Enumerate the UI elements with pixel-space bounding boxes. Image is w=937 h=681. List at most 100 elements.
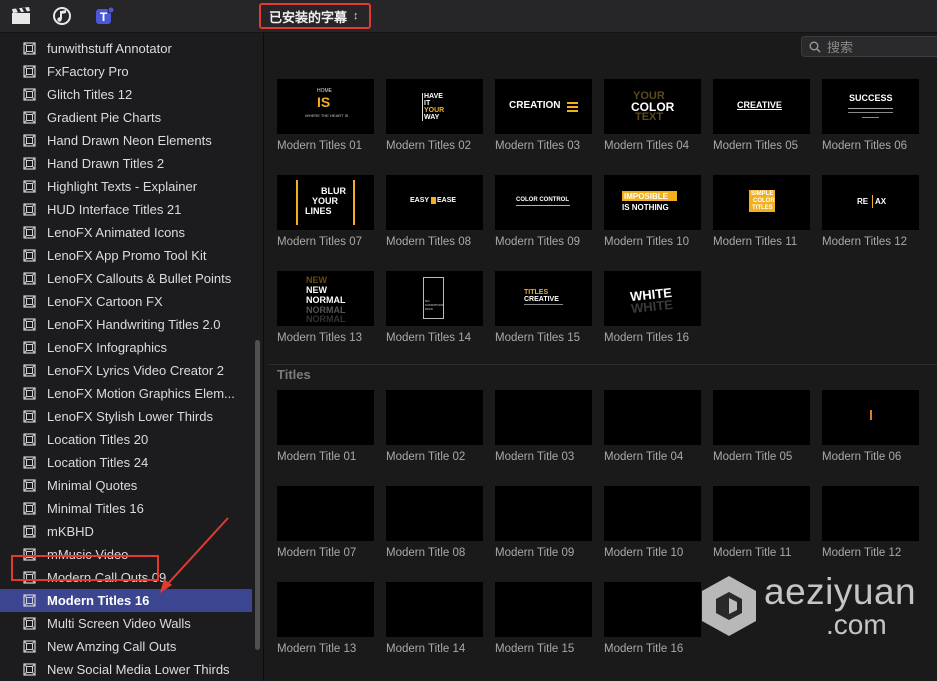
title-thumbnail[interactable]: CREATION xyxy=(495,79,592,134)
title-thumbnail[interactable]: YOUR COLOR TEXT xyxy=(604,79,701,134)
sidebar-item-label: Location Titles 24 xyxy=(47,455,149,470)
thumbnail-label: Modern Title 16 xyxy=(604,643,684,655)
title-thumbnail[interactable] xyxy=(386,390,483,445)
preview-text: NEW xyxy=(306,285,327,295)
sidebar-item-label: New Social Media Lower Thirds xyxy=(47,662,230,677)
preview-text: NEW xyxy=(306,275,327,285)
titles-category-dropdown[interactable]: 已安装的字幕 ↕ xyxy=(259,3,371,29)
sidebar-item[interactable]: Gradient Pie Charts xyxy=(0,106,252,129)
sidebar-item[interactable]: funwithstuff Annotator xyxy=(0,37,252,60)
title-thumbnail[interactable]: NEW NEW NORMAL NORMAL NORMAL xyxy=(277,271,374,326)
sidebar-item[interactable]: HUD Interface Titles 21 xyxy=(0,198,252,221)
title-thumbnail[interactable] xyxy=(713,390,810,445)
title-thumbnail[interactable] xyxy=(386,486,483,541)
title-thumbnail[interactable] xyxy=(495,486,592,541)
title-thumbnail[interactable] xyxy=(604,390,701,445)
title-thumbnail[interactable] xyxy=(277,582,374,637)
sidebar-item[interactable]: Modern Titles 16 xyxy=(0,589,252,612)
sidebar-item[interactable]: Location Titles 20 xyxy=(0,428,252,451)
sidebar-item[interactable]: Minimal Quotes xyxy=(0,474,252,497)
sidebar-item[interactable]: Glitch Titles 12 xyxy=(0,83,252,106)
sidebar-item[interactable]: LenoFX Cartoon FX xyxy=(0,290,252,313)
preview-text: IS NOTHING xyxy=(622,203,669,212)
title-pack-icon xyxy=(23,226,36,239)
sidebar-item-label: HUD Interface Titles 21 xyxy=(47,202,182,217)
title-thumbnail[interactable]: SIMPLE COLOR TITLES xyxy=(713,175,810,230)
thumbnail-label: Modern Titles 07 xyxy=(277,236,363,248)
music-note-icon[interactable] xyxy=(52,6,74,26)
thumbnail-label: Modern Title 04 xyxy=(604,451,684,463)
sidebar-item[interactable]: LenoFX Callouts & Bullet Points xyxy=(0,267,252,290)
title-pack-icon xyxy=(23,203,36,216)
sidebar-item[interactable]: Location Titles 24 xyxy=(0,451,252,474)
sidebar-item[interactable]: mKBHD xyxy=(0,520,252,543)
search-field[interactable]: 搜索 xyxy=(801,36,937,57)
thumbnail-label: Modern Titles 04 xyxy=(604,140,690,152)
title-thumbnail[interactable]: CREATIVE xyxy=(713,79,810,134)
title-thumbnail[interactable] xyxy=(822,390,919,445)
sidebar-scrollbar[interactable] xyxy=(255,340,260,650)
title-thumbnail[interactable]: BLUR YOUR LINES xyxy=(277,175,374,230)
preview-text: RE xyxy=(857,197,869,206)
sidebar-item[interactable]: LenoFX Motion Graphics Elem... xyxy=(0,382,252,405)
sidebar-item[interactable]: LenoFX App Promo Tool Kit xyxy=(0,244,252,267)
preview-text: TEXT xyxy=(635,111,664,123)
sidebar-item[interactable]: LenoFX Handwriting Titles 2.0 xyxy=(0,313,252,336)
clapperboard-icon[interactable] xyxy=(10,6,32,26)
watermark-text: aeziyuan xyxy=(764,571,917,612)
title-thumbnail[interactable]: HOME IS WHERE THE HEART IS xyxy=(277,79,374,134)
title-thumbnail[interactable]: NO CONDITIONS PACK xyxy=(386,271,483,326)
sidebar-item[interactable]: Hand Drawn Titles 2 xyxy=(0,152,252,175)
titles-icon[interactable]: T xyxy=(94,6,116,26)
sidebar-item-label: Glitch Titles 12 xyxy=(47,87,133,102)
title-pack-icon xyxy=(23,410,36,423)
preview-text: COLOR CONTROL xyxy=(516,197,569,203)
sidebar-item[interactable]: LenoFX Stylish Lower Thirds xyxy=(0,405,252,428)
title-thumbnail[interactable] xyxy=(495,582,592,637)
sidebar-item[interactable]: Minimal Titles 16 xyxy=(0,497,252,520)
thumbnail-label: Modern Title 07 xyxy=(277,547,357,559)
search-placeholder: 搜索 xyxy=(827,40,854,55)
title-thumbnail[interactable] xyxy=(713,486,810,541)
title-thumbnail[interactable]: SUCCESS xyxy=(822,79,919,134)
sidebar-item[interactable]: Modern Call Outs 09 xyxy=(0,566,252,589)
preview-text: SIMPLE xyxy=(751,191,774,197)
title-thumbnail[interactable]: HAVE IT YOUR WAY xyxy=(386,79,483,134)
title-pack-icon xyxy=(23,663,36,676)
title-thumbnail[interactable]: RE AX xyxy=(822,175,919,230)
sidebar-item[interactable]: LenoFX Lyrics Video Creator 2 xyxy=(0,359,252,382)
preview-text: YOUR xyxy=(312,196,339,206)
title-thumbnail[interactable]: WHITE WHITE xyxy=(604,271,701,326)
sidebar-item-label: Hand Drawn Titles 2 xyxy=(47,156,165,171)
title-thumbnail[interactable] xyxy=(604,582,701,637)
sidebar-item-label: Highlight Texts - Explainer xyxy=(47,179,198,194)
title-thumbnail[interactable]: EASY EASE xyxy=(386,175,483,230)
title-pack-icon xyxy=(23,364,36,377)
title-thumbnail[interactable]: TITLES CREATIVE xyxy=(495,271,592,326)
thumbnail-label: Modern Title 06 xyxy=(822,451,902,463)
sidebar-item[interactable]: Multi Screen Video Walls xyxy=(0,612,252,635)
title-thumbnail[interactable] xyxy=(277,486,374,541)
sidebar-item[interactable]: LenoFX Animated Icons xyxy=(0,221,252,244)
title-thumbnail[interactable] xyxy=(604,486,701,541)
title-thumbnail[interactable] xyxy=(822,486,919,541)
title-thumbnail[interactable]: IMPOSIBLE IS NOTHING xyxy=(604,175,701,230)
toolbar: T 已安装的字幕 ↕ xyxy=(0,0,937,33)
sidebar-item[interactable]: LenoFX Infographics xyxy=(0,336,252,359)
thumbnail-label: Modern Title 01 xyxy=(277,451,357,463)
sidebar-item[interactable]: mMusic Video xyxy=(0,543,252,566)
sidebar-item[interactable]: FxFactory Pro xyxy=(0,60,252,83)
thumbnail-label: Modern Titles 16 xyxy=(604,332,690,344)
sidebar-item[interactable]: New Social Media Lower Thirds xyxy=(0,658,252,681)
sidebar-item[interactable]: New Amzing Call Outs xyxy=(0,635,252,658)
sidebar-item[interactable]: Highlight Texts - Explainer xyxy=(0,175,252,198)
title-thumbnail[interactable]: COLOR CONTROL xyxy=(495,175,592,230)
title-thumbnail[interactable] xyxy=(495,390,592,445)
preview-text: AX xyxy=(875,197,887,206)
section-heading-titles: Titles xyxy=(277,367,311,382)
sidebar-item[interactable]: Hand Drawn Neon Elements xyxy=(0,129,252,152)
title-thumbnail[interactable] xyxy=(277,390,374,445)
title-thumbnail[interactable] xyxy=(386,582,483,637)
title-pack-icon xyxy=(23,157,36,170)
search-icon xyxy=(809,41,821,53)
